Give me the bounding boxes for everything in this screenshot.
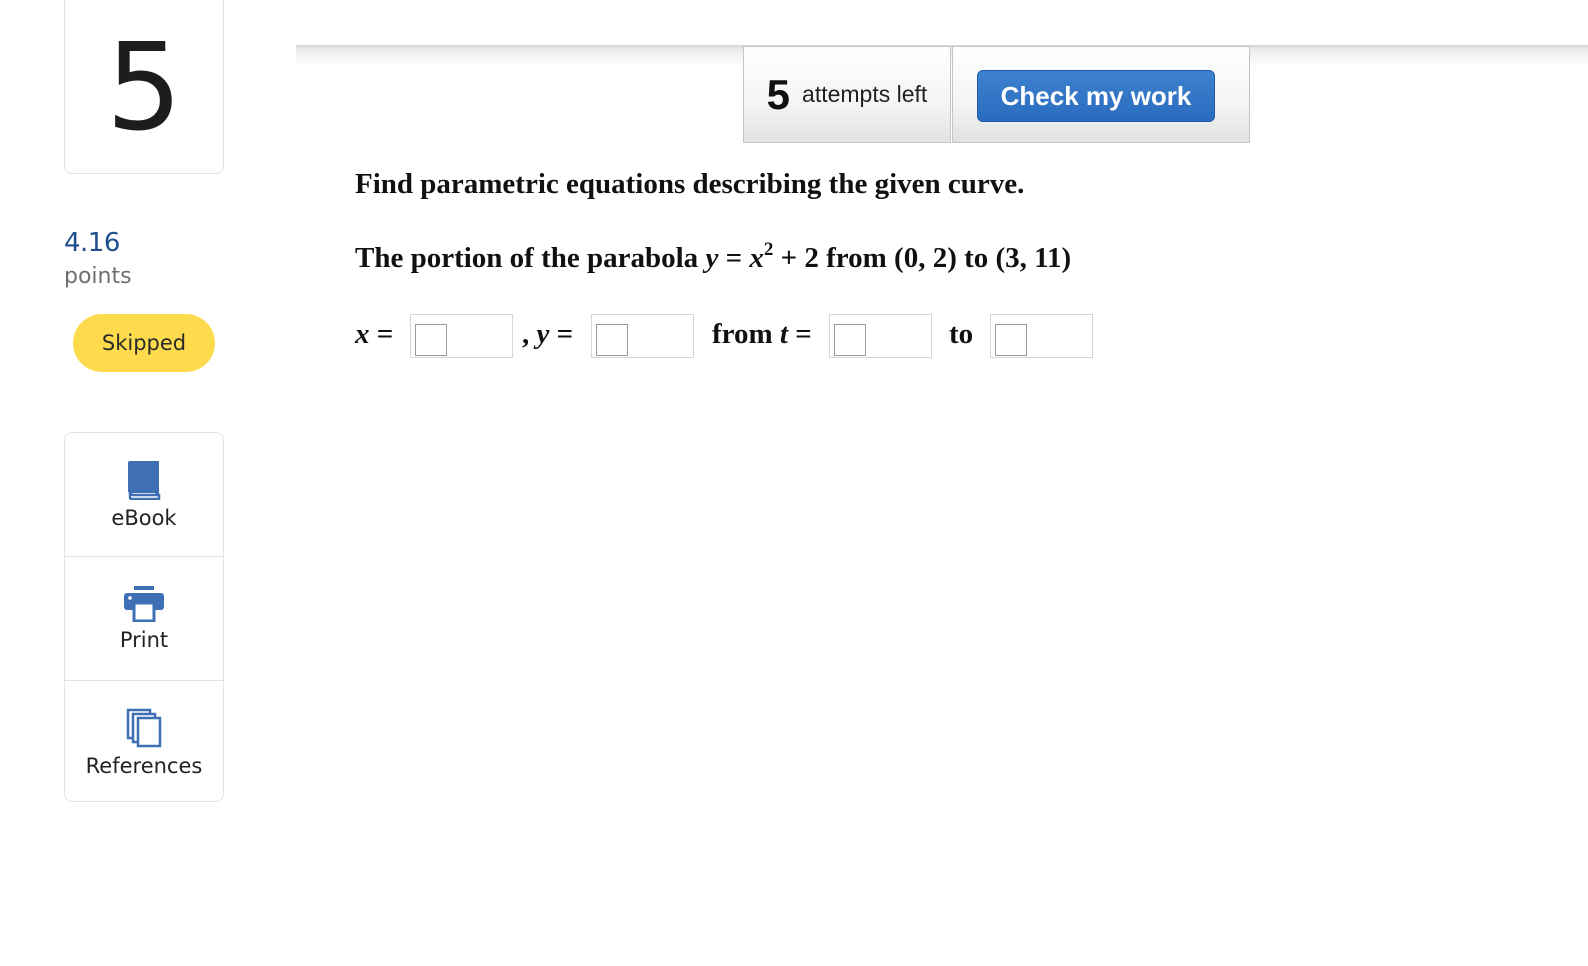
from-t-label: from t = bbox=[712, 318, 812, 350]
status-badge: Skipped bbox=[73, 314, 215, 372]
check-work-container: Check my work bbox=[952, 46, 1250, 143]
prompt-x-var: x bbox=[749, 242, 764, 274]
attempts-count: 5 bbox=[766, 70, 791, 118]
y-answer-input[interactable] bbox=[591, 314, 694, 358]
ebook-button[interactable]: eBook bbox=[65, 433, 223, 557]
attempts-text: attempts left bbox=[802, 81, 928, 107]
answer-row: x = , y = from t = to bbox=[355, 314, 1115, 358]
check-my-work-button[interactable]: Check my work bbox=[977, 70, 1215, 122]
references-button[interactable]: References bbox=[65, 681, 223, 801]
prompt-equals: = bbox=[718, 242, 750, 274]
question-number-card: 5 bbox=[64, 0, 224, 174]
question-prompt: The portion of the parabola y = x2 + 2 f… bbox=[355, 239, 1072, 275]
prompt-y-var: y bbox=[705, 242, 719, 274]
x-equals-label: x = bbox=[355, 318, 394, 350]
tools-panel: eBook Print References bbox=[64, 432, 224, 802]
x-answer-box[interactable] bbox=[415, 324, 447, 356]
t-end-box[interactable] bbox=[995, 324, 1027, 356]
assignment-page: 5 4.16 points Skipped eBook Print Refere… bbox=[0, 0, 1588, 966]
y-equals-label: , y = bbox=[522, 318, 574, 350]
book-icon bbox=[128, 460, 161, 500]
prompt-suffix: + 2 from (0, 2) to (3, 11) bbox=[773, 242, 1072, 274]
t-start-input[interactable] bbox=[829, 314, 932, 358]
ebook-label: eBook bbox=[111, 505, 177, 530]
references-label: References bbox=[85, 754, 203, 778]
points-label: points bbox=[64, 264, 132, 289]
question-number: 5 bbox=[105, 19, 183, 158]
print-label: Print bbox=[119, 627, 169, 652]
to-label: to bbox=[949, 318, 974, 350]
t-start-box[interactable] bbox=[834, 324, 866, 356]
prompt-exponent: 2 bbox=[763, 239, 774, 260]
print-button[interactable]: Print bbox=[65, 557, 223, 681]
points-value: 4.16 bbox=[64, 228, 120, 258]
copy-documents-icon bbox=[126, 708, 162, 748]
x-answer-input[interactable] bbox=[410, 314, 513, 358]
attempts-counter: 5 attempts left bbox=[743, 46, 951, 143]
prompt-prefix: The portion of the parabola bbox=[355, 242, 706, 274]
y-answer-box[interactable] bbox=[596, 324, 628, 356]
printer-icon bbox=[124, 585, 164, 622]
question-instruction: Find parametric equations describing the… bbox=[355, 168, 1025, 200]
t-end-input[interactable] bbox=[990, 314, 1093, 358]
